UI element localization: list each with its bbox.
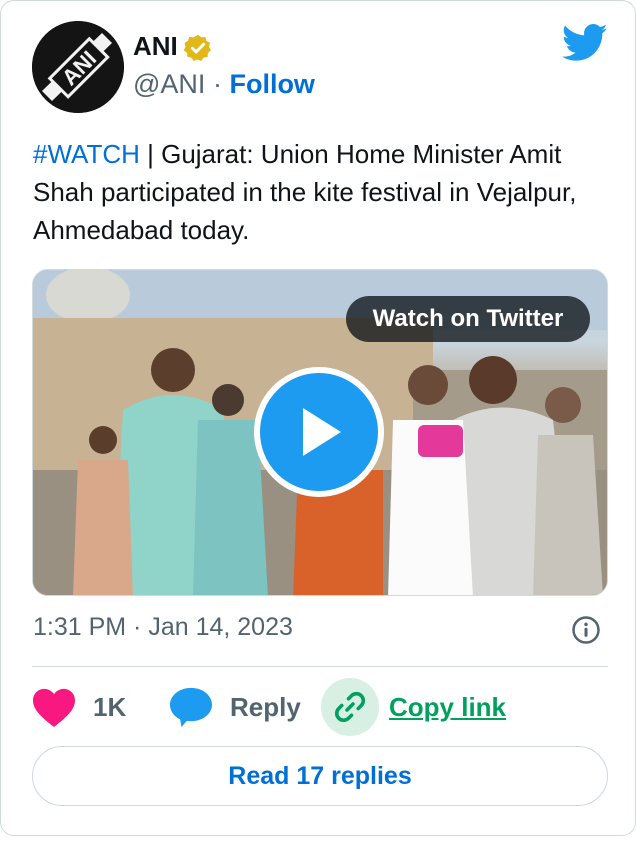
reply-label: Reply bbox=[230, 691, 301, 722]
watch-on-twitter-button[interactable]: Watch on Twitter bbox=[346, 296, 590, 342]
timestamp[interactable]: 1:31 PM · Jan 14, 2023 bbox=[33, 613, 293, 642]
heart-icon bbox=[33, 688, 75, 728]
twitter-bird-icon[interactable] bbox=[562, 23, 608, 63]
like-count: 1K bbox=[93, 691, 127, 722]
follow-button[interactable]: Follow bbox=[229, 69, 314, 99]
hashtag-link[interactable]: #WATCH bbox=[33, 139, 140, 169]
divider bbox=[32, 666, 608, 667]
info-icon[interactable] bbox=[571, 615, 601, 645]
display-name[interactable]: ANI bbox=[133, 31, 178, 62]
tweet-card: ANI ANI @ANI · Follow #WATCH | Gujarat: … bbox=[0, 0, 636, 836]
handle[interactable]: @ANI bbox=[133, 69, 205, 99]
copy-link-label: Copy link bbox=[389, 691, 507, 722]
play-button[interactable] bbox=[254, 367, 384, 497]
copy-link-icon-circle bbox=[321, 678, 379, 736]
avatar[interactable]: ANI bbox=[32, 21, 124, 113]
read-replies-button[interactable]: Read 17 replies bbox=[32, 746, 608, 806]
tweet-text: #WATCH | Gujarat: Union Home Minister Am… bbox=[33, 135, 613, 249]
reply-button[interactable]: Reply bbox=[168, 685, 301, 729]
link-icon bbox=[334, 691, 366, 723]
verified-badge-icon bbox=[183, 34, 211, 61]
like-button[interactable]: 1K bbox=[31, 685, 126, 729]
ani-logo: ANI bbox=[32, 21, 124, 113]
copy-link-button[interactable]: Copy link bbox=[321, 678, 506, 736]
handle-row: @ANI · Follow bbox=[133, 69, 315, 100]
separator: · bbox=[212, 69, 222, 99]
play-icon bbox=[303, 408, 341, 456]
reply-bubble-icon bbox=[170, 687, 212, 728]
